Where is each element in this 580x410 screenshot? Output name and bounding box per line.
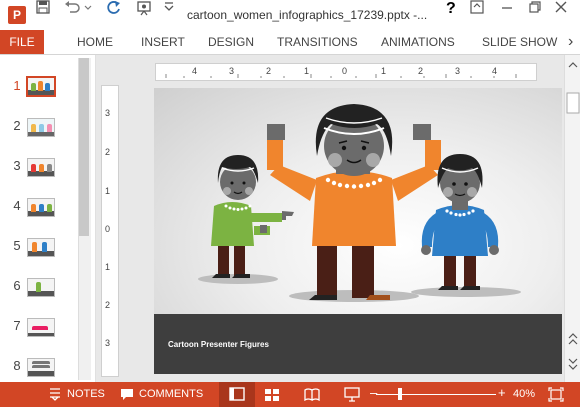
document-title: cartoon_women_infographics_17239.pptx -.… (187, 8, 428, 22)
save-icon[interactable] (36, 0, 54, 19)
minimize-icon[interactable] (500, 0, 518, 19)
powerpoint-logo: P (8, 6, 26, 24)
status-bar: NOTES COMMENTS – + 40% (0, 382, 580, 407)
comment-icon (120, 388, 134, 404)
tab-design[interactable]: DESIGN (208, 30, 254, 54)
help-button[interactable]: ? (446, 0, 460, 18)
slide-number: 7 (13, 318, 21, 333)
slide-number: 4 (13, 198, 21, 213)
slide-thumbnail-2[interactable] (27, 118, 55, 137)
slide-thumbnail-5[interactable] (27, 238, 55, 257)
zoom-level[interactable]: 40% (513, 388, 535, 401)
slide-thumbnail-4[interactable] (27, 198, 55, 217)
slide-thumbnail-8[interactable] (27, 358, 55, 377)
restore-icon[interactable] (528, 0, 546, 19)
slide-number: 5 (13, 238, 21, 253)
ruler-tick-label: 0 (105, 224, 111, 234)
ruler-tick-label: 3 (455, 66, 461, 76)
undo-dropdown-icon[interactable] (84, 0, 94, 19)
ruler-tick-label: 1 (304, 66, 310, 76)
slide-number: 3 (13, 158, 21, 173)
ruler-tick-label: 3 (105, 108, 111, 118)
ruler-tick-label: 4 (192, 66, 198, 76)
ruler-tick-label: 2 (418, 66, 424, 76)
ribbon-display-icon[interactable] (470, 0, 488, 19)
zoom-out-button[interactable]: – (370, 386, 377, 399)
tab-slide-show[interactable]: SLIDE SHOW (482, 30, 557, 54)
slide-sorter-icon[interactable] (264, 388, 280, 404)
normal-view-button[interactable] (219, 382, 255, 407)
ruler-tick-label: 4 (492, 66, 498, 76)
undo-icon[interactable] (64, 0, 82, 19)
close-icon[interactable] (554, 0, 572, 19)
notes-button[interactable]: NOTES (67, 388, 105, 401)
file-tab[interactable]: FILE (0, 30, 44, 54)
ruler-tick-label: 3 (229, 66, 235, 76)
slide-number: 8 (13, 358, 21, 373)
orange-shirt-figure (267, 104, 441, 300)
zoom-slider-knob[interactable] (398, 388, 402, 400)
ruler-tick-label: 2 (105, 300, 111, 310)
tab-home[interactable]: HOME (77, 30, 113, 54)
ruler-tick-label: 1 (105, 186, 111, 196)
slide-number: 2 (13, 118, 21, 133)
present-icon[interactable] (136, 0, 154, 21)
ruler-tick-label: 2 (105, 147, 111, 157)
ruler-tick-label: 0 (342, 66, 348, 76)
tab-animations[interactable]: ANIMATIONS (381, 30, 455, 54)
ruler-tick-label: 1 (105, 262, 111, 272)
reading-view-icon[interactable] (304, 388, 320, 404)
editor-scrollbar[interactable] (564, 55, 580, 382)
slide-number: 1 (13, 78, 21, 93)
tab-insert[interactable]: INSERT (141, 30, 185, 54)
slide-thumbnail-7[interactable] (27, 318, 55, 337)
customize-icon[interactable] (164, 0, 178, 19)
fit-slide-icon[interactable] (548, 387, 564, 405)
zoom-slider[interactable] (376, 394, 496, 395)
tab-transitions[interactable]: TRANSITIONS (277, 30, 358, 54)
ruler-tick-label: 2 (266, 66, 272, 76)
comments-button[interactable]: COMMENTS (139, 388, 203, 401)
thumbnail-scrollbar-thumb[interactable] (79, 58, 89, 236)
slide-show-icon[interactable] (344, 387, 360, 405)
slide-thumbnail-1[interactable] (26, 76, 56, 97)
ruler-tick-label: 1 (381, 66, 387, 76)
slide-thumbnail-3[interactable] (27, 158, 55, 177)
slide-thumbnail-6[interactable] (27, 278, 55, 297)
ribbon-scroll-right[interactable]: › (568, 30, 578, 54)
ruler-tick-label: 3 (105, 338, 111, 348)
cartoon-figures-illustration (198, 104, 521, 302)
slide-number: 6 (13, 278, 21, 293)
zoom-in-button[interactable]: + (498, 386, 506, 399)
notes-icon (48, 388, 62, 404)
redo-icon[interactable] (106, 0, 124, 21)
slide-canvas[interactable]: Cartoon Presenter Figures (154, 88, 562, 374)
slide-caption-text[interactable]: Cartoon Presenter Figures (168, 340, 269, 349)
